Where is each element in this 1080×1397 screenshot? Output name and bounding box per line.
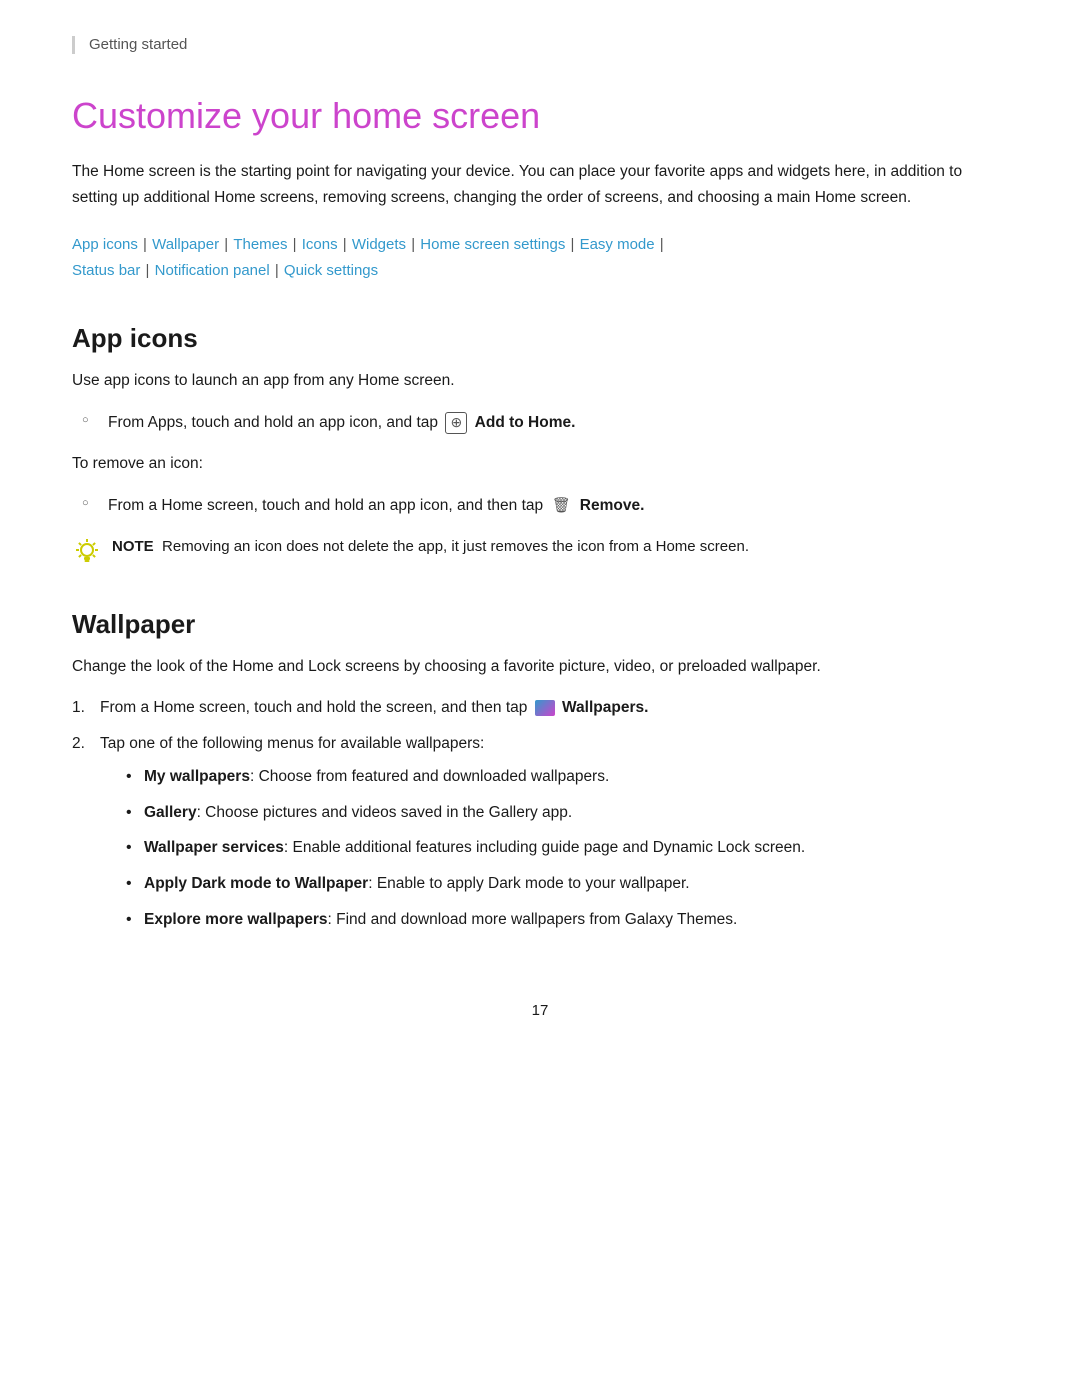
wallpaper-step-2: Tap one of the following menus for avail… — [72, 731, 1008, 942]
note-label: NOTE — [112, 538, 154, 555]
themes-link[interactable]: Themes — [233, 236, 287, 253]
note-text: NOTE Removing an icon does not delete th… — [112, 535, 749, 560]
wallpaper-intro: Change the look of the Home and Lock scr… — [72, 654, 1008, 680]
step2-content: Tap one of the following menus for avail… — [100, 731, 805, 942]
wallpaper-step-1: From a Home screen, touch and hold the s… — [72, 695, 1008, 721]
nav-links: App icons | Wallpaper | Themes | Icons |… — [72, 232, 1008, 283]
home-screen-settings-link[interactable]: Home screen settings — [420, 236, 565, 253]
quick-settings-link[interactable]: Quick settings — [284, 262, 378, 279]
wallpaper-menu-item-4: Explore more wallpapers: Find and downlo… — [124, 907, 805, 933]
wallpaper-menu-items: My wallpapers: Choose from featured and … — [124, 764, 805, 932]
wallpaper-menu-item-1: Gallery: Choose pictures and videos save… — [124, 800, 805, 826]
app-icons-link[interactable]: App icons — [72, 236, 138, 253]
add-to-home-icon: ⊕ — [445, 412, 467, 434]
separator-7: | — [656, 236, 664, 253]
wallpaper-menu-item-0: My wallpapers: Choose from featured and … — [124, 764, 805, 790]
step1-content: From a Home screen, touch and hold the s… — [100, 695, 648, 721]
app-icons-heading: App icons — [72, 323, 1008, 354]
notification-panel-link[interactable]: Notification panel — [155, 262, 270, 279]
remove-intro-text: To remove an icon: — [72, 451, 1008, 477]
remove-icon-item: From a Home screen, touch and hold an ap… — [72, 493, 1008, 519]
wallpaper-menu-item-2: Wallpaper services: Enable additional fe… — [124, 835, 805, 861]
wallpapers-icon — [535, 700, 555, 716]
app-icons-add-list: From Apps, touch and hold an app icon, a… — [72, 410, 1008, 436]
separator-6: | — [566, 236, 578, 253]
app-icons-section: App icons Use app icons to launch an app… — [72, 323, 1008, 572]
icons-link[interactable]: Icons — [302, 236, 338, 253]
remove-icon-text: From a Home screen, touch and hold an ap… — [108, 493, 644, 519]
separator-1: | — [139, 236, 151, 253]
separator-9: | — [271, 262, 283, 279]
note-content: Removing an icon does not delete the app… — [162, 538, 749, 555]
widgets-link[interactable]: Widgets — [352, 236, 406, 253]
breadcrumb: Getting started — [72, 36, 1008, 54]
remove-label: Remove. — [580, 497, 645, 514]
status-bar-link[interactable]: Status bar — [72, 262, 140, 279]
add-to-home-item: From Apps, touch and hold an app icon, a… — [72, 410, 1008, 436]
separator-8: | — [141, 262, 153, 279]
intro-paragraph: The Home screen is the starting point fo… — [72, 159, 1008, 210]
separator-4: | — [339, 236, 351, 253]
app-icons-remove-list: From a Home screen, touch and hold an ap… — [72, 493, 1008, 519]
page-number: 17 — [72, 1002, 1008, 1019]
app-icons-intro: Use app icons to launch an app from any … — [72, 368, 1008, 394]
wallpaper-section: Wallpaper Change the look of the Home an… — [72, 609, 1008, 943]
wallpaper-steps: From a Home screen, touch and hold the s… — [72, 695, 1008, 942]
step1-label: Wallpapers. — [562, 699, 648, 716]
easy-mode-link[interactable]: Easy mode — [580, 236, 655, 253]
separator-2: | — [220, 236, 232, 253]
breadcrumb-text: Getting started — [89, 36, 187, 53]
add-to-home-label: Add to Home. — [475, 414, 576, 431]
add-to-home-text: From Apps, touch and hold an app icon, a… — [108, 410, 575, 436]
wallpaper-heading: Wallpaper — [72, 609, 1008, 640]
note-box: NOTE Removing an icon does not delete th… — [72, 535, 1008, 573]
trash-icon: 🗑 — [550, 495, 572, 517]
main-title: Customize your home screen — [72, 94, 1008, 137]
note-icon — [72, 537, 102, 573]
separator-5: | — [407, 236, 419, 253]
wallpaper-menu-item-3: Apply Dark mode to Wallpaper: Enable to … — [124, 871, 805, 897]
wallpaper-link[interactable]: Wallpaper — [152, 236, 219, 253]
separator-3: | — [289, 236, 301, 253]
